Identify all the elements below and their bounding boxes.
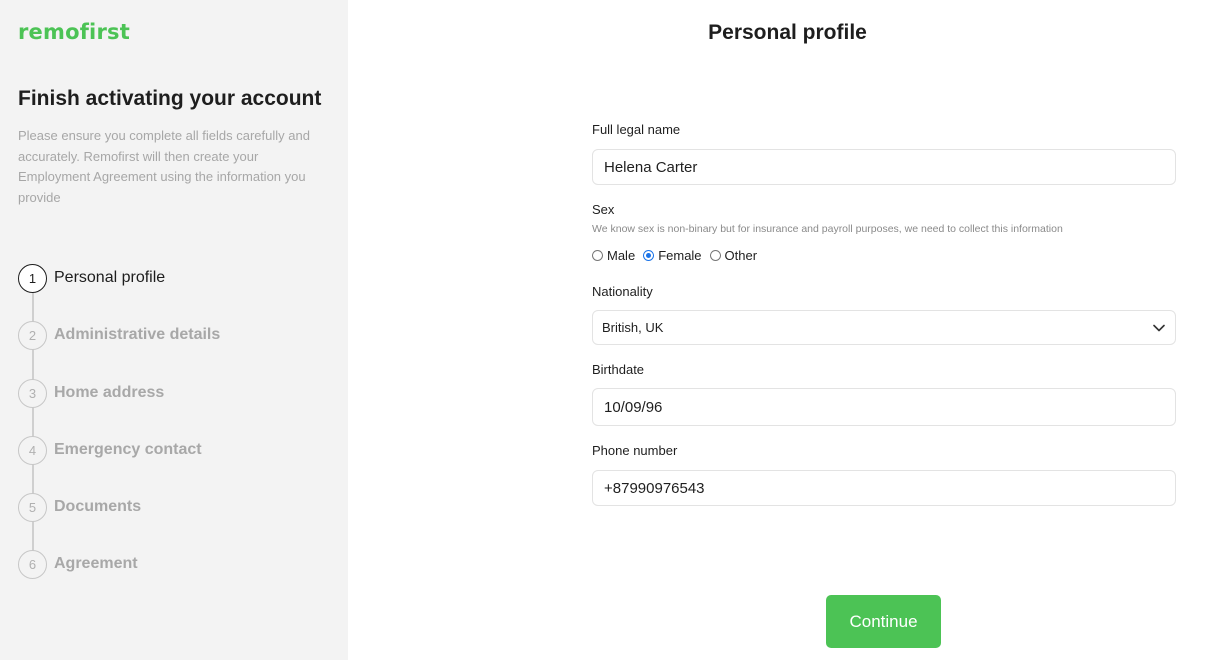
step-emergency-contact[interactable]: 4 Emergency contact xyxy=(18,435,338,465)
birthdate-label: Birthdate xyxy=(592,362,645,377)
sidebar: remofirst Finish activating your account… xyxy=(0,0,348,660)
birthdate-field[interactable]: 10/09/96 xyxy=(592,388,1176,426)
radio-male[interactable] xyxy=(592,250,603,261)
step-agreement[interactable]: 6 Agreement xyxy=(18,549,338,579)
full-name-field[interactable]: Helena Carter xyxy=(592,149,1176,185)
nationality-select[interactable]: British, UK xyxy=(592,310,1176,345)
radio-other[interactable] xyxy=(709,250,721,261)
step-number: 4 xyxy=(18,435,47,465)
step-number: 1 xyxy=(18,263,47,293)
radio-label-male: Male xyxy=(607,248,636,263)
nationality-value: British, UK xyxy=(602,320,664,335)
nationality-label: Nationality xyxy=(592,284,653,299)
chevron-down-icon xyxy=(1153,322,1165,334)
step-number: 5 xyxy=(18,492,47,522)
step-number: 2 xyxy=(18,320,47,350)
step-home-address[interactable]: 3 Home address xyxy=(18,378,338,408)
step-label: Documents xyxy=(54,498,142,515)
step-label: Agreement xyxy=(54,555,138,572)
radio-female[interactable] xyxy=(643,250,655,261)
sex-option-male[interactable]: Male xyxy=(592,248,635,263)
step-administrative-details[interactable]: 2 Administrative details xyxy=(18,320,338,350)
remofirst-logo[interactable]: remofirst xyxy=(18,20,130,44)
radio-label-female: Female xyxy=(658,248,702,263)
step-label: Emergency contact xyxy=(54,441,202,458)
sex-option-female[interactable]: Female xyxy=(643,248,702,263)
phone-label: Phone number xyxy=(592,443,678,458)
step-label: Administrative details xyxy=(54,326,221,343)
step-number: 3 xyxy=(18,378,47,408)
step-label: Personal profile xyxy=(54,269,166,286)
step-number: 6 xyxy=(18,549,47,579)
step-documents[interactable]: 5 Documents xyxy=(18,492,338,522)
sex-option-other[interactable]: Other xyxy=(709,248,758,263)
sidebar-description: Please ensure you complete all fields ca… xyxy=(18,128,310,205)
full-name-label: Full legal name xyxy=(592,122,681,137)
radio-label-other: Other xyxy=(724,248,758,263)
sex-radio-group: Male Female Other xyxy=(592,248,765,263)
sex-label: Sex xyxy=(592,202,615,217)
step-label: Home address xyxy=(54,384,165,401)
page-title: Personal profile xyxy=(708,21,867,44)
sidebar-title: Finish activating your account xyxy=(18,87,322,110)
step-personal-profile[interactable]: 1 Personal profile xyxy=(18,263,338,293)
sex-hint: We know sex is non-binary but for insura… xyxy=(592,223,1063,235)
phone-field[interactable]: +87990976543 xyxy=(592,470,1176,506)
continue-button[interactable]: Continue xyxy=(826,595,941,648)
